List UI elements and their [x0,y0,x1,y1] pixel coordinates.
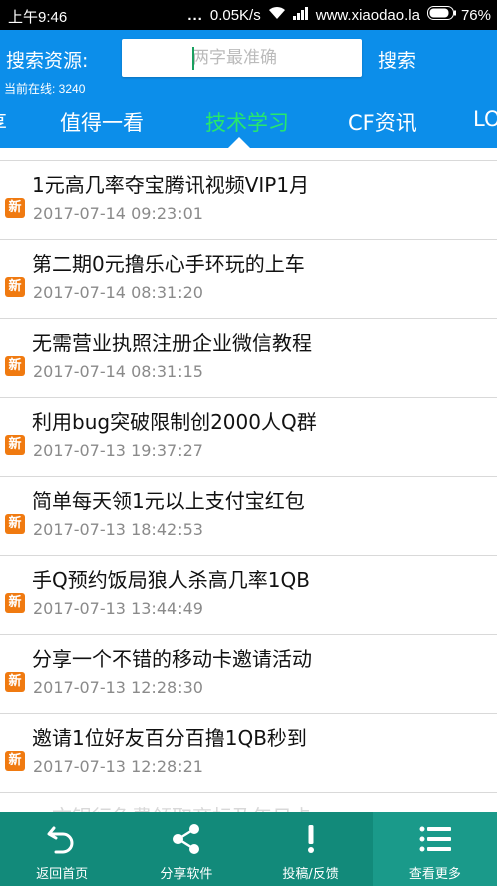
new-badge: 新 [5,514,25,534]
tab-worth-seeing[interactable]: 值得一看 [60,107,144,137]
list-item[interactable]: 一文银行免费领取商标及年日卡 [0,793,497,812]
app-header: 搜索资源: 搜索 当前在线: 3240 [0,30,497,100]
undo-icon [45,822,79,856]
item-date: 2017-07-13 12:28:30 [33,678,203,697]
tab-tech-learning[interactable]: 技术学习 [205,107,289,137]
list-item[interactable]: 新 第二期0元撸乐心手环玩的上车 2017-07-14 08:31:20 [0,240,497,319]
list-item[interactable]: 新 无需营业执照注册企业微信教程 2017-07-14 08:31:15 [0,319,497,398]
article-list: 新 1元高几率夺宝腾讯视频VIP1月 2017-07-14 09:23:01 新… [0,148,497,812]
nav-label: 分享软件 [160,867,213,882]
status-time: 上午9:46 [8,9,68,26]
item-date: 2017-07-13 18:42:53 [33,520,203,539]
new-badge: 新 [5,198,25,218]
item-title: 一文银行免费领取商标及年日卡 [32,801,312,812]
battery-level: 76% [460,6,491,24]
share-icon [169,822,203,856]
new-badge: 新 [5,751,25,771]
search-input[interactable] [122,39,362,77]
wifi-icon [268,6,286,24]
active-tab-indicator [228,137,250,148]
item-title: 1元高几率夺宝腾讯视频VIP1月 [32,173,310,197]
exclamation-icon [294,822,328,856]
search-button[interactable]: 搜索 [378,46,416,73]
item-title: 手Q预约饭局狼人杀高几率1QB [32,568,310,592]
battery-icon [426,6,457,24]
item-title: 无需营业执照注册企业微信教程 [32,331,312,355]
online-count: 当前在线: 3240 [4,82,86,96]
text-caret [192,47,194,70]
item-date: 2017-07-13 19:37:27 [33,441,203,460]
item-date: 2017-07-14 08:31:15 [33,362,203,381]
item-title: 利用bug突破限制创2000人Q群 [32,410,317,434]
new-badge: 新 [5,277,25,297]
item-title: 第二期0元撸乐心手环玩的上车 [32,252,305,276]
list-item[interactable]: 新 简单每天领1元以上支付宝红包 2017-07-13 18:42:53 [0,477,497,556]
nav-feedback-button[interactable]: 投稿/反馈 [249,812,373,886]
item-title: 简单每天领1元以上支付宝红包 [32,489,305,513]
status-domain: www.xiaodao.la [315,6,420,24]
item-date: 2017-07-14 08:31:20 [33,283,203,302]
status-bar: 上午9:46 ... 0.05K/s www.xiaodao.la 76% [0,0,497,30]
nav-label: 投稿/反馈 [282,867,339,882]
status-dots: ... [187,6,203,24]
tab-partial-left[interactable]: 享 [0,107,7,137]
nav-more-button[interactable]: 查看更多 [372,812,497,886]
network-speed: 0.05K/s [209,6,261,24]
new-badge: 新 [5,356,25,376]
item-date: 2017-07-13 12:28:21 [33,757,203,776]
list-item[interactable]: 新 利用bug突破限制创2000人Q群 2017-07-13 19:37:27 [0,398,497,477]
nav-home-button[interactable]: 返回首页 [0,812,124,886]
list-item[interactable]: 新 手Q预约饭局狼人杀高几率1QB 2017-07-13 13:44:49 [0,556,497,635]
status-right-group: ... 0.05K/s www.xiaodao.la 76% [187,6,491,24]
item-date: 2017-07-13 13:44:49 [33,599,203,618]
new-badge: 新 [5,593,25,613]
battery: 76% [426,6,491,24]
nav-label: 查看更多 [408,867,461,882]
list-icon [418,822,452,856]
new-badge: 新 [5,435,25,455]
search-label: 搜索资源: [6,50,89,72]
list-item[interactable]: 新 邀请1位好友百分百撸1QB秒到 2017-07-13 12:28:21 [0,714,497,793]
nav-label: 返回首页 [36,867,89,882]
nav-share-button[interactable]: 分享软件 [124,812,248,886]
tab-cf-news[interactable]: CF资讯 [348,107,417,137]
new-badge: 新 [5,672,25,692]
item-title: 分享一个不错的移动卡邀请活动 [32,647,312,671]
tab-partial-right[interactable]: LO [473,107,497,131]
signal-icon [292,6,309,24]
item-date: 2017-07-14 09:23:01 [33,204,203,223]
bottom-nav: 返回首页 分享软件 投稿/反馈 查看更多 [0,812,497,886]
list-item[interactable]: 新 1元高几率夺宝腾讯视频VIP1月 2017-07-14 09:23:01 [0,161,497,240]
item-title: 邀请1位好友百分百撸1QB秒到 [32,726,307,750]
list-item[interactable]: 新 分享一个不错的移动卡邀请活动 2017-07-13 12:28:30 [0,635,497,714]
